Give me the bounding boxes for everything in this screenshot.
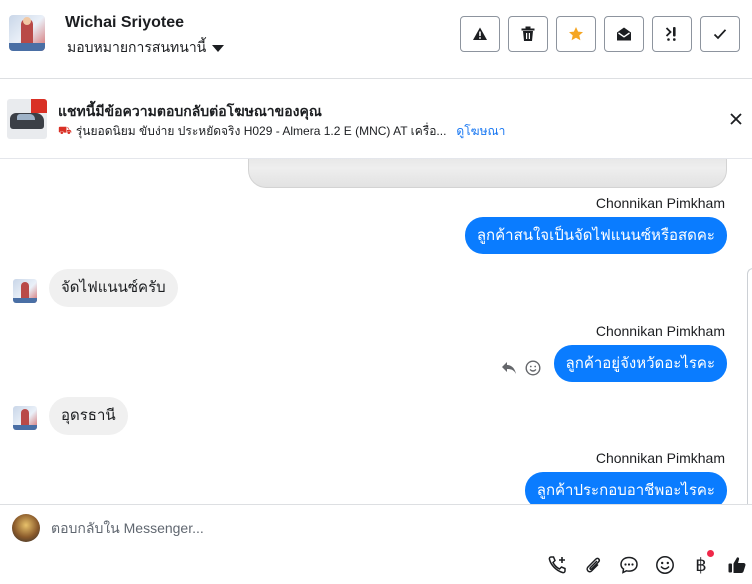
assign-conversation-dropdown[interactable]: มอบหมายการสนทนานี้: [67, 37, 225, 59]
reply-icon[interactable]: [501, 361, 517, 375]
ad-reply-banner: แชทนี้มีข้อความตอบกลับต่อโฆษณาของคุณ ⛟ ร…: [0, 79, 752, 159]
warning-icon: [473, 27, 487, 40]
star-icon: [569, 27, 583, 41]
image-attachment[interactable]: [248, 159, 727, 188]
chevron-down-icon: [212, 45, 225, 52]
saved-reply-icon: [620, 556, 638, 574]
close-banner-button[interactable]: [726, 109, 746, 129]
contact-avatar-small: [13, 406, 37, 430]
emoji-icon: [656, 556, 674, 574]
sender-name: Chonnikan Pimkham: [595, 450, 725, 466]
reply-input[interactable]: [51, 520, 531, 536]
view-ad-link[interactable]: ดูโฆษณา: [456, 122, 505, 141]
ad-thumbnail[interactable]: [7, 99, 47, 139]
contact-avatar[interactable]: [9, 15, 45, 51]
scrollbar[interactable]: [747, 268, 752, 504]
star-button[interactable]: [556, 16, 596, 52]
outgoing-message[interactable]: ลูกค้าอยู่จังหวัดอะไรคะ: [553, 345, 727, 382]
outgoing-message[interactable]: ลูกค้าสนใจเป็นจัดไฟแนนซ์หรือสดคะ: [464, 217, 727, 254]
send-like-button[interactable]: [725, 553, 749, 577]
mark-unread-button[interactable]: [604, 16, 644, 52]
ad-banner-title: แชทนี้มีข้อความตอบกลับต่อโฆษณาของคุณ: [58, 103, 322, 119]
thumbs-up-icon: [728, 557, 746, 573]
ad-description: รุ่นยอดนิยม ขับง่าย ประหยัดจริง H029 - A…: [75, 124, 447, 138]
add-call-button[interactable]: [545, 553, 569, 577]
outgoing-message[interactable]: ลูกค้าประกอบอาชีพอะไรคะ: [524, 472, 727, 504]
attach-file-button[interactable]: [581, 553, 605, 577]
follow-up-button[interactable]: [652, 16, 692, 52]
message-actions: [501, 360, 541, 376]
notification-dot: [707, 550, 714, 557]
incoming-message[interactable]: จัดไฟแนนซ์ครับ: [49, 269, 178, 307]
react-emoji-icon[interactable]: [525, 360, 541, 376]
truck-icon: ⛟: [58, 124, 72, 137]
payment-icon: ฿: [695, 554, 707, 576]
reply-composer: ฿: [0, 504, 752, 584]
page-avatar: [12, 514, 40, 542]
attachment-icon: [586, 557, 600, 573]
delete-button[interactable]: [508, 16, 548, 52]
emoji-button[interactable]: [653, 553, 677, 577]
contact-avatar-small: [13, 279, 37, 303]
envelope-open-icon: [617, 27, 631, 41]
done-button[interactable]: [700, 16, 740, 52]
close-icon: [730, 113, 742, 125]
check-icon: [713, 29, 727, 40]
contact-name[interactable]: Wichai Sriyotee: [65, 14, 184, 32]
sender-name: Chonnikan Pimkham: [595, 323, 725, 339]
assign-label: มอบหมายการสนทนานี้: [67, 39, 207, 55]
message-thread[interactable]: Chonnikan Pimkham ลูกค้าสนใจเป็นจัดไฟแนน…: [0, 159, 752, 504]
trash-icon: [521, 26, 535, 41]
incoming-message[interactable]: อุดรธานี: [49, 397, 128, 435]
add-call-icon: [548, 556, 566, 574]
ad-banner-subtitle: ⛟ รุ่นยอดนิยม ขับง่าย ประหยัดจริง H029 -…: [58, 122, 505, 141]
follow-up-icon: [665, 27, 676, 41]
sender-name: Chonnikan Pimkham: [595, 195, 725, 211]
report-spam-button[interactable]: [460, 16, 500, 52]
saved-replies-button[interactable]: [617, 553, 641, 577]
conversation-header: Wichai Sriyotee มอบหมายการสนทนานี้: [0, 0, 752, 79]
